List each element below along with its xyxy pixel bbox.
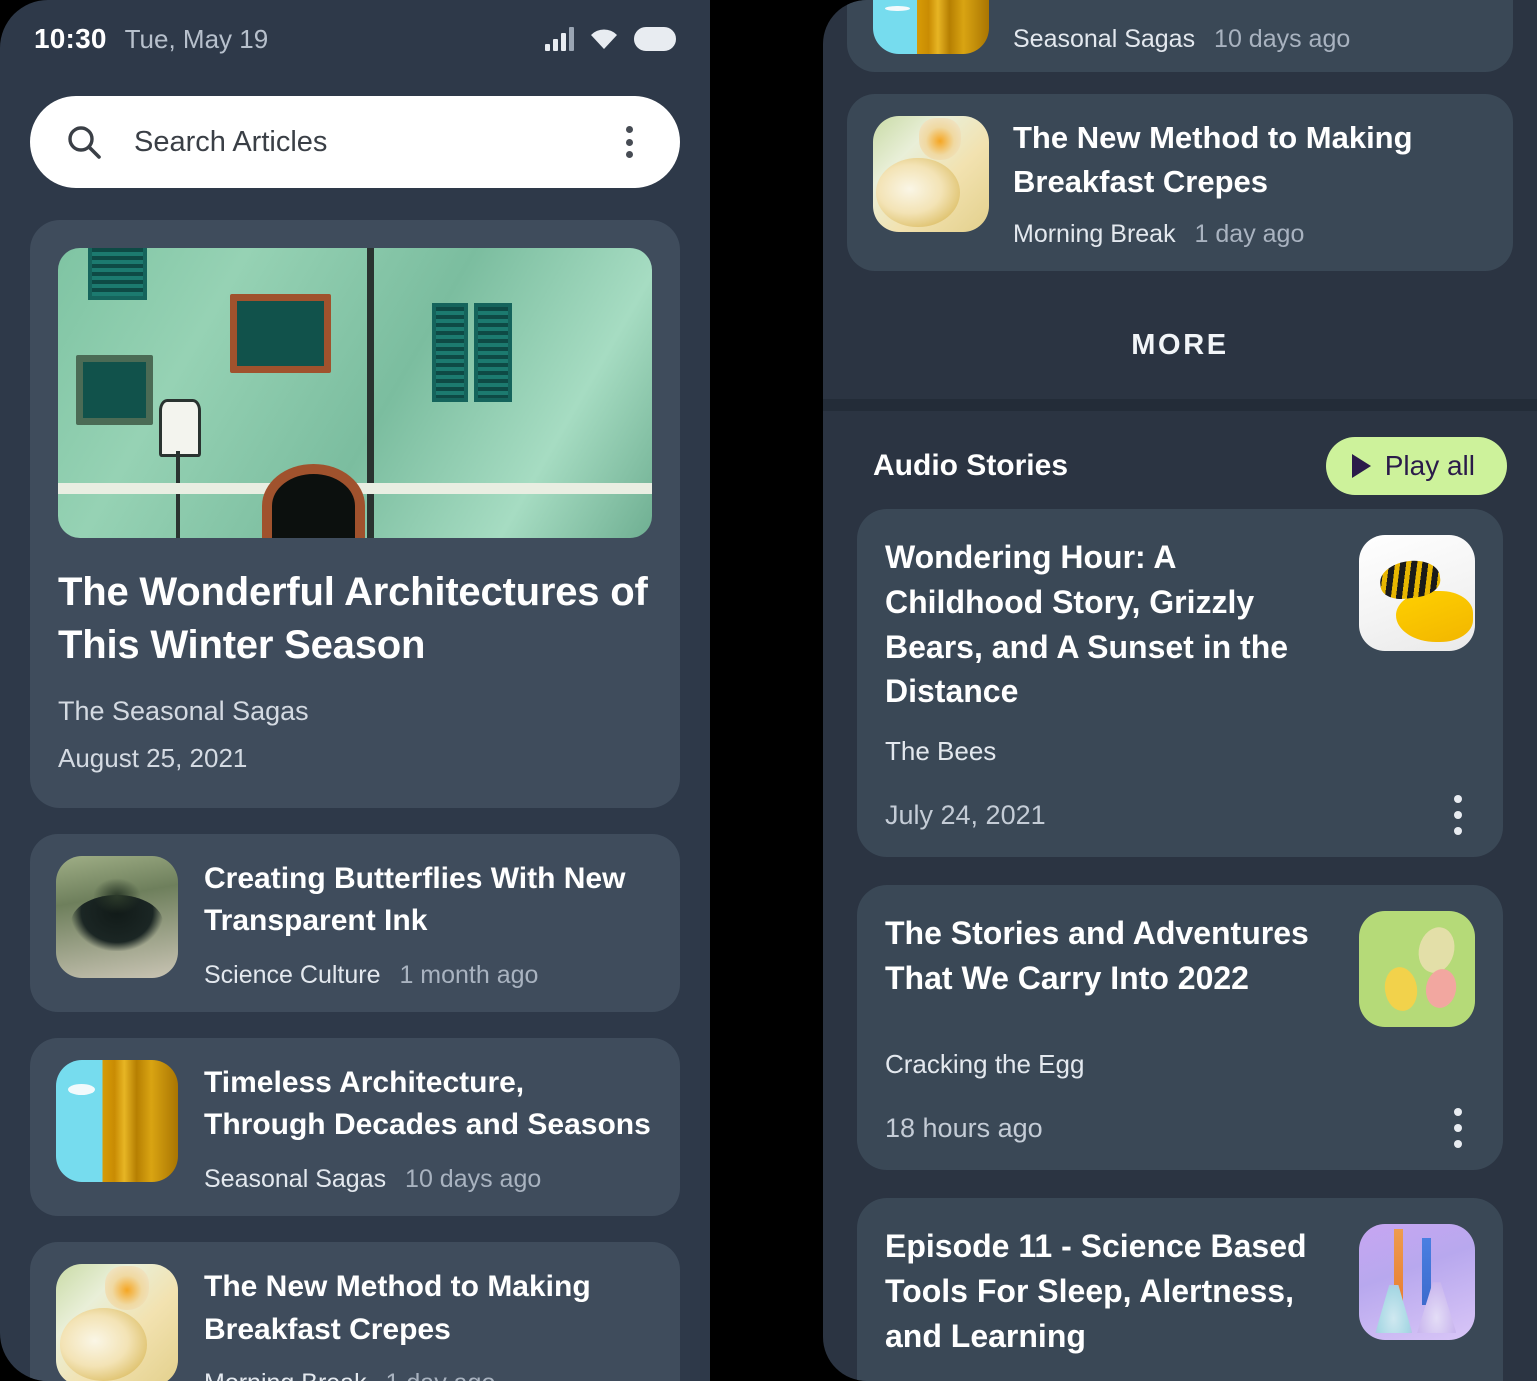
play-triangle-icon: [1351, 454, 1371, 479]
audio-story-footer: 18 hours ago: [885, 1108, 1475, 1149]
article-list-item[interactable]: Creating Butterflies With New Transparen…: [30, 833, 680, 1012]
article-source: Morning Break: [204, 1369, 367, 1381]
kebab-menu-icon[interactable]: [1441, 1108, 1475, 1149]
article-thumbnail: [56, 1263, 178, 1381]
article-timestamp: 1 day ago: [386, 1369, 496, 1381]
audio-story-card[interactable]: The Stories and Adventures That We Carry…: [857, 885, 1503, 1171]
cellular-signal-icon: [545, 27, 574, 51]
article-thumbnail: [56, 855, 178, 978]
audio-story-card[interactable]: Wondering Hour: A Childhood Story, Grizz…: [857, 509, 1503, 858]
audio-story-source: The Bees: [885, 736, 997, 767]
more-button[interactable]: MORE: [823, 291, 1537, 399]
hero-image: [58, 248, 652, 538]
audio-story-thumbnail: [1359, 911, 1475, 1028]
play-all-label: Play all: [1384, 450, 1475, 482]
article-meta: Seasonal Sagas 10 days ago: [204, 1165, 654, 1194]
article-list-item[interactable]: The New Method to Making Breakfast Crepe…: [847, 94, 1513, 272]
article-source: Seasonal Sagas: [204, 1164, 387, 1193]
article-timestamp: 10 days ago: [405, 1164, 542, 1193]
hero-date: August 25, 2021: [58, 742, 248, 773]
article-timestamp: 10 days ago: [1214, 25, 1351, 53]
article-source: Seasonal Sagas: [1013, 25, 1196, 53]
search-bar[interactable]: Search Articles: [30, 96, 680, 188]
audio-story-thumbnail: [1359, 535, 1475, 652]
phone-panel-right: Seasonal Sagas 10 days ago The New Metho…: [823, 0, 1537, 1381]
article-source: Morning Break: [1013, 220, 1176, 249]
audio-story-title: Wondering Hour: A Childhood Story, Grizz…: [885, 539, 1289, 710]
article-title: The New Method to Making Breakfast Crepe…: [204, 1269, 591, 1346]
audio-story-footer: July 24, 2021: [885, 795, 1475, 836]
audio-story-top: The Stories and Adventures That We Carry…: [885, 911, 1475, 1028]
audio-story-date: July 24, 2021: [885, 799, 1046, 830]
status-bar: 10:30 Tue, May 19: [0, 0, 710, 78]
audio-story-top: Episode 11 - Science Based Tools For Sle…: [885, 1224, 1475, 1358]
audio-story-card[interactable]: Episode 11 - Science Based Tools For Sle…: [857, 1198, 1503, 1381]
article-list-item[interactable]: The New Method to Making Breakfast Crepe…: [30, 1241, 680, 1381]
article-body: Seasonal Sagas 10 days ago: [1013, 25, 1487, 54]
article-body: Creating Butterflies With New Transparen…: [204, 856, 654, 990]
article-meta: Morning Break 1 day ago: [204, 1369, 654, 1381]
article-timestamp: 1 day ago: [1194, 220, 1305, 249]
section-divider: [823, 399, 1537, 412]
audio-stories-header: Audio Stories Play all: [823, 411, 1537, 509]
article-meta: Science Culture 1 month ago: [204, 961, 654, 990]
kebab-menu-icon[interactable]: [610, 123, 648, 161]
screenshot-root: 10:30 Tue, May 19 Search Articles The Wo…: [0, 0, 1537, 1381]
battery-icon: [634, 27, 676, 51]
play-all-button[interactable]: Play all: [1325, 437, 1507, 496]
article-source: Science Culture: [204, 960, 381, 989]
article-thumbnail: [873, 116, 989, 232]
search-icon: [64, 122, 104, 162]
status-bar-icons: [545, 27, 676, 51]
audio-story-title: The Stories and Adventures That We Carry…: [885, 915, 1309, 997]
phone-panel-left: 10:30 Tue, May 19 Search Articles The Wo…: [0, 0, 710, 1381]
audio-stories-title: Audio Stories: [873, 449, 1069, 483]
article-title: Timeless Architecture, Through Decades a…: [204, 1065, 651, 1142]
audio-story-date: 18 hours ago: [885, 1112, 1043, 1143]
hero-source: The Seasonal Sagas: [58, 695, 309, 726]
status-bar-time: 10:30: [34, 23, 107, 54]
article-list-item-clipped[interactable]: Seasonal Sagas 10 days ago: [847, 0, 1513, 72]
audio-story-source: Cracking the Egg: [885, 1049, 1085, 1080]
audio-story-top: Wondering Hour: A Childhood Story, Grizz…: [885, 535, 1475, 714]
article-timestamp: 1 month ago: [399, 960, 539, 989]
article-thumbnail: [873, 0, 989, 54]
article-title: The New Method to Making Breakfast Crepe…: [1013, 120, 1413, 200]
hero-article-card[interactable]: The Wonderful Architectures of This Wint…: [30, 220, 680, 808]
article-meta: Seasonal Sagas 10 days ago: [1013, 25, 1487, 54]
audio-story-thumbnail: [1359, 1224, 1475, 1341]
article-body: The New Method to Making Breakfast Crepe…: [1013, 116, 1487, 249]
article-meta: Morning Break 1 day ago: [1013, 220, 1487, 249]
article-list-item[interactable]: Timeless Architecture, Through Decades a…: [30, 1037, 680, 1216]
audio-story-title: Episode 11 - Science Based Tools For Sle…: [885, 1228, 1307, 1354]
hero-title: The Wonderful Architectures of This Wint…: [58, 570, 648, 667]
article-body: Timeless Architecture, Through Decades a…: [204, 1060, 654, 1194]
article-body: The New Method to Making Breakfast Crepe…: [204, 1264, 654, 1381]
article-title: Creating Butterflies With New Transparen…: [204, 861, 626, 938]
wifi-icon: [589, 28, 619, 50]
search-input[interactable]: Search Articles: [134, 126, 610, 159]
kebab-menu-icon[interactable]: [1441, 795, 1475, 836]
article-thumbnail: [56, 1059, 178, 1182]
status-bar-date: Tue, May 19: [124, 23, 269, 54]
